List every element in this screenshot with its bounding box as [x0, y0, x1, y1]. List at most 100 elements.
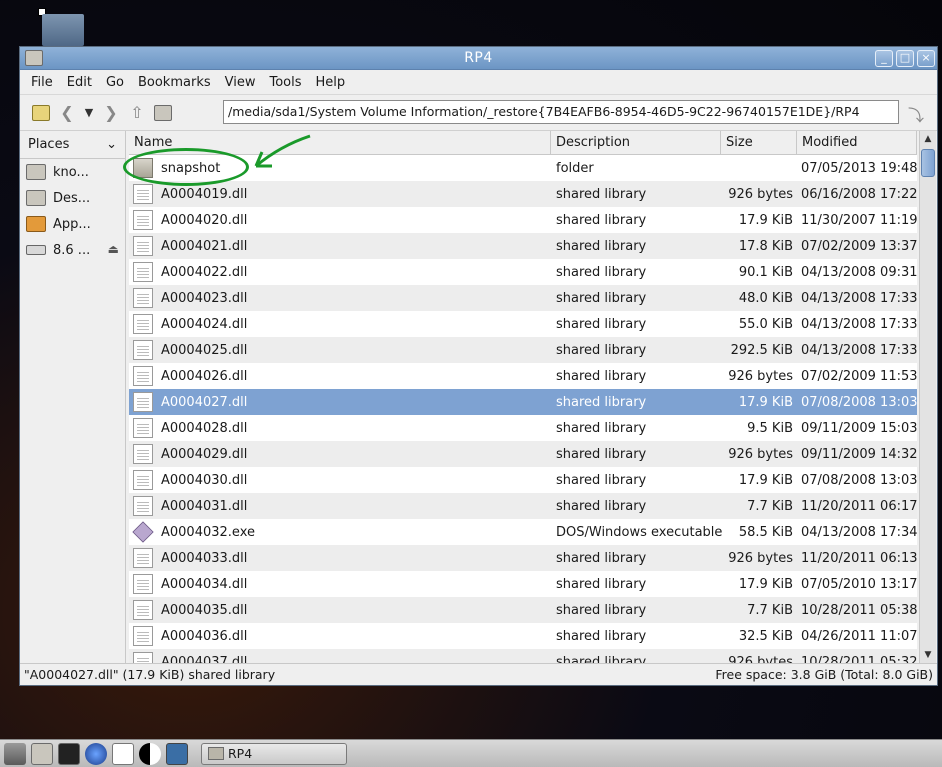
up-icon[interactable]: ⇧	[124, 100, 150, 126]
menu-bookmarks[interactable]: Bookmarks	[131, 75, 218, 90]
file-name: A0004037.dll	[161, 654, 248, 664]
file-row[interactable]: A0004021.dll shared library 17.8 KiB 07/02/…	[129, 233, 917, 259]
forward-icon[interactable]: ❯	[98, 100, 124, 126]
sidebar-item-label: Des...	[53, 190, 91, 206]
file-modified: 10/28/2011 05:38	[801, 602, 917, 618]
file-row[interactable]: A0004023.dll shared library 48.0 KiB 04/13/…	[129, 285, 917, 311]
file-description: shared library	[556, 342, 647, 358]
file-description: shared library	[556, 628, 647, 644]
maximize-button[interactable]: □	[896, 50, 914, 67]
file-row[interactable]: A0004037.dll shared library 926 bytes 10/28…	[129, 649, 917, 663]
go-icon[interactable]: ⤵	[903, 101, 929, 127]
file-row[interactable]: A0004032.exe DOS/Windows executable 58.5 K…	[129, 519, 917, 545]
file-row[interactable]: A0004020.dll shared library 17.9 KiB 11/30/…	[129, 207, 917, 233]
menu-edit[interactable]: Edit	[60, 75, 99, 90]
menu-tools[interactable]: Tools	[262, 75, 308, 90]
menu-view[interactable]: View	[218, 75, 263, 90]
dropdown-icon[interactable]: ▼	[80, 100, 98, 126]
file-name-cell: A0004025.dll	[129, 340, 551, 360]
close-button[interactable]: ×	[917, 50, 935, 67]
sidebar-item-label: kno...	[53, 164, 89, 180]
sidebar-item-home[interactable]: kno...	[20, 159, 125, 185]
file-row[interactable]: snapshot folder 07/05/2013 19:48	[129, 155, 917, 181]
file-name: A0004035.dll	[161, 602, 248, 618]
document-icon	[133, 548, 153, 568]
file-name: A0004022.dll	[161, 264, 248, 280]
menu-icon[interactable]	[4, 742, 26, 765]
file-row[interactable]: A0004030.dll shared library 17.9 KiB 07/08/…	[129, 467, 917, 493]
browser-icon[interactable]	[85, 742, 107, 765]
file-row[interactable]: A0004034.dll shared library 17.9 KiB 07/05/…	[129, 571, 917, 597]
applications-icon	[26, 216, 46, 232]
file-row[interactable]: A0004025.dll shared library 292.5 KiB 04/13…	[129, 337, 917, 363]
file-row[interactable]: A0004033.dll shared library 926 bytes 11/20…	[129, 545, 917, 571]
monitor-icon[interactable]	[166, 742, 188, 765]
file-name-cell: A0004032.exe	[129, 521, 551, 543]
display-icon[interactable]	[139, 742, 161, 765]
file-row[interactable]: A0004036.dll shared library 32.5 KiB 04/26/…	[129, 623, 917, 649]
file-size: 9.5 KiB	[747, 420, 793, 436]
file-description: shared library	[556, 212, 647, 228]
column-description[interactable]: Description	[551, 131, 721, 154]
desktop-folder-icon[interactable]	[38, 8, 84, 46]
scroll-down-icon[interactable]: ▼	[920, 647, 936, 663]
column-header: Name Description Size Modified	[129, 131, 917, 155]
chevron-down-icon[interactable]: ⌄	[106, 137, 117, 152]
file-row[interactable]: A0004028.dll shared library 9.5 KiB 09/11/2…	[129, 415, 917, 441]
file-name: A0004024.dll	[161, 316, 248, 332]
title-bar[interactable]: RP4 _ □ ×	[20, 47, 937, 70]
new-tab-icon[interactable]	[28, 100, 54, 126]
file-row[interactable]: A0004022.dll shared library 90.1 KiB 04/13/…	[129, 259, 917, 285]
file-row[interactable]: A0004035.dll shared library 7.7 KiB 10/28/2…	[129, 597, 917, 623]
scroll-thumb[interactable]	[921, 149, 935, 177]
file-row[interactable]: A0004031.dll shared library 7.7 KiB 11/20/2…	[129, 493, 917, 519]
sidebar-item-applications[interactable]: App...	[20, 211, 125, 237]
file-row[interactable]: A0004027.dll shared library 17.9 KiB 07/08/…	[129, 389, 917, 415]
eject-icon[interactable]: ⏏	[108, 242, 119, 256]
sidebar-item-drive[interactable]: 8.6 ... ⏏	[20, 237, 125, 263]
column-name[interactable]: Name	[129, 131, 551, 154]
file-name-cell: A0004026.dll	[129, 366, 551, 386]
file-name: A0004020.dll	[161, 212, 248, 228]
file-name-cell: A0004022.dll	[129, 262, 551, 282]
document-icon	[133, 470, 153, 490]
file-manager-window: RP4 _ □ × File Edit Go Bookmarks View To…	[19, 46, 938, 686]
file-name: A0004025.dll	[161, 342, 248, 358]
terminal-icon[interactable]	[58, 742, 80, 765]
document-icon	[133, 626, 153, 646]
file-row[interactable]: A0004026.dll shared library 926 bytes 07/02…	[129, 363, 917, 389]
file-manager-icon[interactable]	[31, 742, 53, 765]
file-name: A0004032.exe	[161, 524, 255, 540]
taskbar: RP4	[0, 739, 942, 767]
document-icon	[133, 496, 153, 516]
status-free-space: Free space: 3.8 GiB (Total: 8.0 GiB)	[715, 667, 933, 682]
menu-help[interactable]: Help	[309, 75, 353, 90]
file-modified: 07/08/2008 13:03	[801, 472, 917, 488]
file-description: shared library	[556, 368, 647, 384]
minimize-button[interactable]: _	[875, 50, 893, 67]
file-description: shared library	[556, 654, 647, 664]
vertical-scrollbar[interactable]: ▲ ▼	[919, 131, 936, 663]
taskbar-window-button[interactable]: RP4	[201, 742, 347, 765]
menu-file[interactable]: File	[24, 75, 60, 90]
column-size[interactable]: Size	[721, 131, 797, 154]
location-input[interactable]: /media/sda1/System Volume Information/_r…	[223, 100, 899, 124]
file-row[interactable]: A0004024.dll shared library 55.0 KiB 04/13/…	[129, 311, 917, 337]
file-modified: 09/11/2009 15:03	[801, 420, 917, 436]
menu-go[interactable]: Go	[99, 75, 131, 90]
file-name: A0004027.dll	[161, 394, 248, 410]
sidebar-item-desktop[interactable]: Des...	[20, 185, 125, 211]
back-icon[interactable]: ❮	[54, 100, 80, 126]
places-header[interactable]: Places ⌄	[20, 131, 125, 159]
file-size: 55.0 KiB	[738, 316, 793, 332]
file-row[interactable]: A0004019.dll shared library 926 bytes 06/16…	[129, 181, 917, 207]
places-label: Places	[28, 137, 70, 152]
file-description: shared library	[556, 472, 647, 488]
file-size: 48.0 KiB	[738, 290, 793, 306]
home-icon[interactable]	[150, 100, 176, 126]
column-modified[interactable]: Modified	[797, 131, 917, 154]
text-editor-icon[interactable]	[112, 742, 134, 765]
sidebar-item-label: App...	[53, 216, 91, 232]
scroll-up-icon[interactable]: ▲	[920, 131, 936, 147]
file-row[interactable]: A0004029.dll shared library 926 bytes 09/11…	[129, 441, 917, 467]
